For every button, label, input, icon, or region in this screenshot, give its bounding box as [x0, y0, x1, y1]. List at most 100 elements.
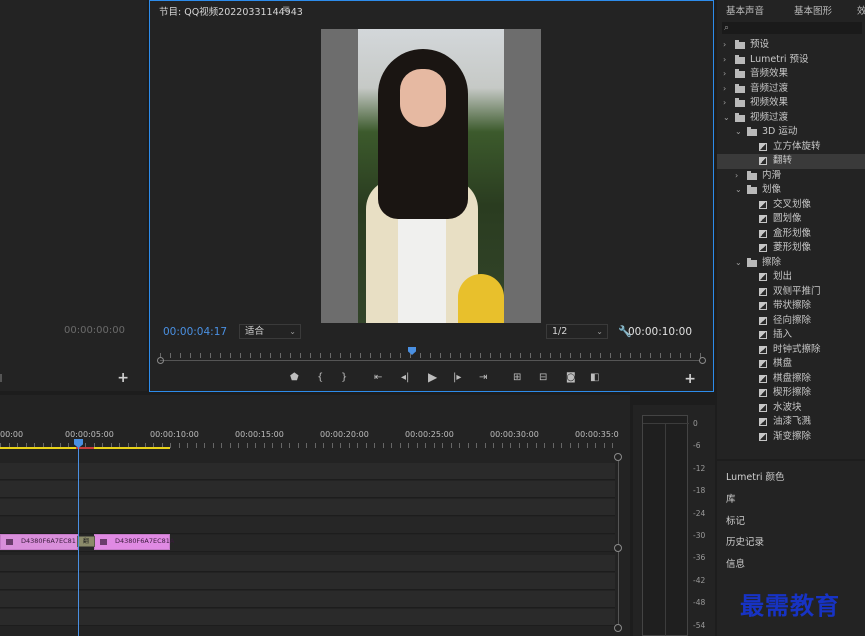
panel-markers[interactable]: 标记	[726, 513, 745, 527]
source-add-button[interactable]: +	[117, 370, 129, 386]
effects-tree-item[interactable]: ⌄ 3D 运动	[717, 125, 865, 140]
effects-tree-item[interactable]: ⌄ 视频过渡	[717, 111, 865, 126]
chevron-right-icon[interactable]: ›	[723, 82, 726, 97]
chevron-right-icon[interactable]: ›	[723, 38, 726, 53]
panel-lumetri-color[interactable]: Lumetri 颜色	[726, 469, 785, 483]
transition-effect-icon	[759, 360, 767, 368]
transition-flip[interactable]: 翻	[77, 536, 95, 547]
chevron-down-icon[interactable]: ⌄	[723, 111, 730, 126]
scroll-handle[interactable]	[614, 453, 622, 461]
scrollbar-left-handle[interactable]	[157, 357, 164, 364]
effects-tree-item[interactable]: 双侧平推门	[717, 285, 865, 300]
playhead-timecode[interactable]: 00:00:04:17	[163, 326, 227, 338]
tab-effects[interactable]: 效	[857, 3, 865, 17]
effects-search-input[interactable]: ⌕	[722, 22, 862, 34]
ruler-label: 00:00:25:00	[405, 430, 454, 439]
chevron-right-icon[interactable]: ›	[735, 169, 738, 184]
panel-info[interactable]: 信息	[726, 556, 745, 570]
chevron-down-icon[interactable]: ⌄	[735, 256, 742, 271]
out-point-icon[interactable]: }	[341, 372, 347, 383]
video-track-v3[interactable]	[0, 463, 615, 480]
extract-icon[interactable]: ⊟	[539, 372, 547, 383]
effects-tree-item[interactable]: 立方体旋转	[717, 140, 865, 155]
step-forward-icon[interactable]: |▸	[453, 372, 461, 383]
in-point-icon[interactable]: {	[317, 372, 323, 383]
effects-tree-item[interactable]: 盒形划像	[717, 227, 865, 242]
ruler-tick	[230, 353, 231, 358]
effects-tree-item[interactable]: 圆划像	[717, 212, 865, 227]
effects-tree-item[interactable]: ⌄ 划像	[717, 183, 865, 198]
ruler-tick	[365, 443, 367, 448]
effects-tree-item[interactable]: 棋盘擦除	[717, 372, 865, 387]
effects-tree-item[interactable]: › Lumetri 预设	[717, 53, 865, 68]
ruler-tick	[323, 443, 324, 448]
effects-tree-item[interactable]: 带状擦除	[717, 299, 865, 314]
tab-essential-sound[interactable]: 基本声音	[726, 3, 764, 17]
effects-tree-item[interactable]: 菱形划像	[717, 241, 865, 256]
effects-tree-item[interactable]: 时钟式擦除	[717, 343, 865, 358]
video-track-v2[interactable]	[0, 481, 615, 498]
export-frame-icon[interactable]: ◙	[566, 372, 576, 383]
lift-icon[interactable]: ⊞	[513, 372, 521, 383]
duration-timecode: 00:00:10:00	[627, 326, 692, 338]
effects-tree-item[interactable]: 水波块	[717, 401, 865, 416]
go-to-out-icon[interactable]: ⇥	[479, 372, 487, 383]
effects-tree-item[interactable]: 棋盘	[717, 357, 865, 372]
meter-scale-label: 0	[693, 419, 698, 428]
effects-tree-item[interactable]: 径向擦除	[717, 314, 865, 329]
effects-tree-item[interactable]: › 音频过渡	[717, 82, 865, 97]
effects-tree-item[interactable]: 插入	[717, 328, 865, 343]
panel-menu-icon[interactable]: ≡	[282, 4, 290, 15]
effects-tree-item[interactable]: 楔形擦除	[717, 386, 865, 401]
scroll-handle[interactable]	[614, 544, 622, 552]
ruler-tick	[433, 443, 435, 448]
chevron-down-icon[interactable]: ⌄	[735, 125, 742, 140]
audio-track-a4[interactable]	[0, 609, 615, 626]
chevron-right-icon[interactable]: ›	[723, 67, 726, 82]
effects-tree-item[interactable]: 油漆飞溅	[717, 415, 865, 430]
effects-tree-item[interactable]: › 视频效果	[717, 96, 865, 111]
video-clip[interactable]: D4380F6A7EC81A	[94, 534, 174, 550]
ruler-tick	[630, 353, 631, 358]
audio-track-a3[interactable]	[0, 591, 615, 608]
panel-history[interactable]: 历史记录	[726, 534, 764, 548]
effects-tree-item[interactable]: 交叉划像	[717, 198, 865, 213]
chevron-right-icon[interactable]: ›	[723, 53, 726, 68]
timeline-vertical-scrollbar[interactable]	[614, 453, 622, 633]
play-icon[interactable]: ▶	[428, 370, 437, 384]
scroll-handle[interactable]	[614, 624, 622, 632]
program-time-ruler[interactable]	[160, 347, 701, 361]
step-back-icon[interactable]: ◂|	[401, 372, 409, 383]
effects-tree-item[interactable]: 翻转	[717, 154, 865, 169]
tab-essential-graphics[interactable]: 基本图形	[794, 3, 832, 17]
effects-tree-item[interactable]: › 内滑	[717, 169, 865, 184]
marker-icon[interactable]: ⬟	[290, 372, 299, 383]
video-track-v1[interactable]	[0, 499, 615, 516]
video-clip[interactable]: D4380F6A7EC81	[0, 534, 78, 550]
program-add-button[interactable]: +	[684, 371, 696, 387]
folder-icon	[735, 83, 745, 93]
effects-tree-item[interactable]: › 预设	[717, 38, 865, 53]
scrollbar-right-handle[interactable]	[699, 357, 706, 364]
ruler-tick	[220, 353, 221, 358]
ruler-tick	[263, 443, 265, 448]
effects-item-label: 内滑	[762, 169, 782, 181]
ruler-tick	[374, 443, 375, 448]
panel-libraries[interactable]: 库	[726, 491, 736, 505]
zoom-fit-select[interactable]: 适合 ⌄	[239, 324, 301, 339]
audio-track-a2[interactable]	[0, 573, 615, 590]
effects-tree-item[interactable]: › 音频效果	[717, 67, 865, 82]
program-zoom-scrollbar[interactable]	[160, 360, 700, 361]
ruler-tick	[340, 353, 341, 358]
playback-resolution-select[interactable]: 1/2 ⌄	[546, 324, 608, 339]
effects-tree-item[interactable]: 划出	[717, 270, 865, 285]
go-to-in-icon[interactable]: ⇤	[374, 372, 382, 383]
chevron-down-icon[interactable]: ⌄	[735, 183, 742, 198]
chevron-right-icon[interactable]: ›	[723, 96, 726, 111]
audio-track-a1[interactable]	[0, 555, 615, 572]
program-monitor-panel: 节目: QQ视频20220331144943 ≡ 00:00:04:17 适合 …	[149, 0, 714, 392]
comparison-view-icon[interactable]: ◧	[590, 372, 599, 383]
effects-tree-item[interactable]: 渐变擦除	[717, 430, 865, 445]
video-track[interactable]	[0, 517, 615, 534]
effects-tree-item[interactable]: ⌄ 擦除	[717, 256, 865, 271]
